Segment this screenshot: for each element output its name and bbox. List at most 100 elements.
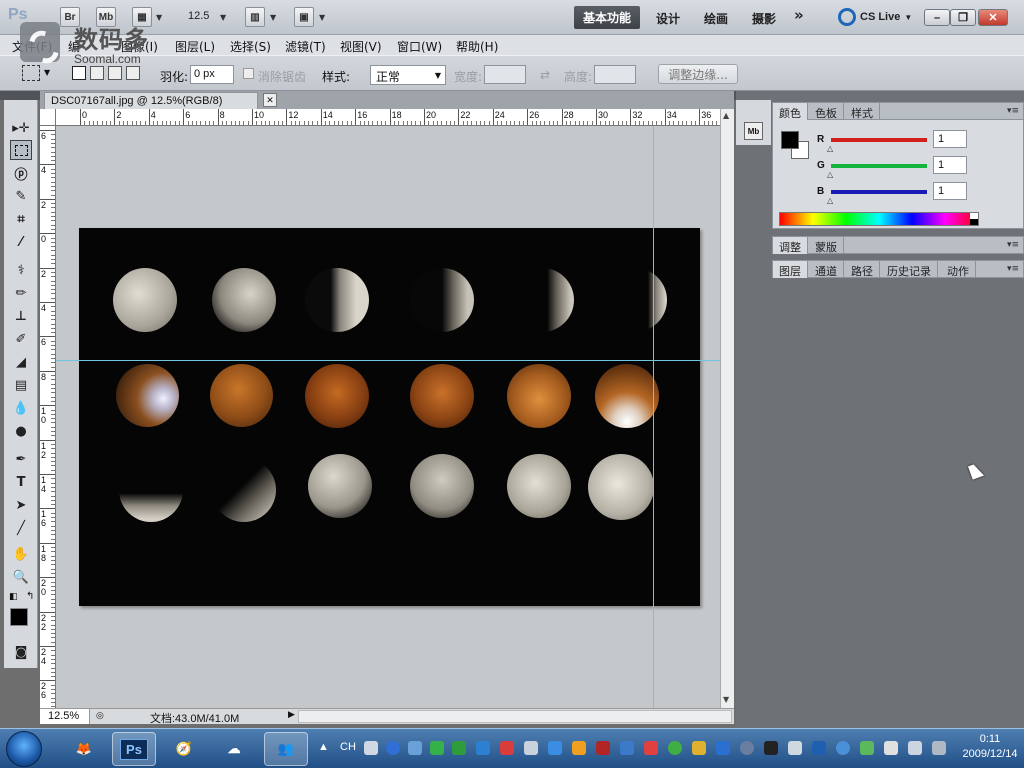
tray-app-icon[interactable]	[548, 741, 562, 755]
tab-swatches[interactable]: 色板	[809, 103, 844, 120]
tray-app-icon[interactable]	[620, 741, 634, 755]
tray-app-icon[interactable]	[500, 741, 514, 755]
tab-color[interactable]: 颜色	[773, 103, 808, 120]
photoshop-taskbar-button[interactable]: Ps	[112, 732, 156, 766]
channel-g-input[interactable]: 1	[933, 156, 967, 174]
tray-app-icon[interactable]	[408, 741, 422, 755]
quick-mask-icon[interactable]: ◙	[10, 642, 32, 662]
feather-input[interactable]: 0 px	[190, 65, 234, 84]
tab-paths[interactable]: 路径	[845, 261, 880, 278]
tab-masks[interactable]: 蒙版	[809, 237, 844, 254]
tray-app-icon[interactable]	[692, 741, 706, 755]
status-options-icon[interactable]: ◎	[96, 710, 104, 721]
keyboard-icon[interactable]	[364, 741, 378, 755]
more-workspaces-icon[interactable]: »	[794, 6, 804, 24]
volume-icon[interactable]	[788, 741, 802, 755]
network-icon[interactable]	[908, 741, 922, 755]
type-tool-icon[interactable]: T	[10, 472, 32, 492]
move-tool-icon[interactable]: ▸✛	[10, 118, 32, 138]
style-select[interactable]: 正常 ▼	[370, 65, 446, 85]
menu-layer[interactable]: 图层(L)	[175, 38, 215, 55]
lunar-eclipse-photo[interactable]	[79, 228, 700, 606]
language-indicator[interactable]: CH	[340, 741, 356, 753]
chevron-down-icon[interactable]: ▼	[220, 13, 226, 22]
foreground-color-swatch[interactable]	[10, 608, 28, 626]
eyedropper-tool-icon[interactable]: ⁄	[10, 232, 32, 252]
tray-app-icon[interactable]	[668, 741, 682, 755]
help-icon[interactable]	[386, 741, 400, 755]
tab-styles[interactable]: 样式	[845, 103, 880, 120]
fox-app-icon[interactable]: 🦊	[62, 732, 106, 766]
ruler-origin[interactable]	[40, 109, 56, 126]
system-clock[interactable]: 0:11 2009/12/14	[960, 732, 1020, 762]
tray-app-icon[interactable]	[860, 741, 874, 755]
refine-edge-button[interactable]: 调整边缘...	[658, 64, 738, 84]
tray-app-icon[interactable]	[884, 741, 898, 755]
tab-adjustments[interactable]: 调整	[773, 237, 808, 254]
tab-layers[interactable]: 图层	[773, 261, 808, 278]
hand-tool-icon[interactable]: ✋	[10, 544, 32, 564]
chevron-down-icon[interactable]: ▼	[319, 13, 325, 22]
zoom-tool-icon[interactable]: 🔍	[10, 567, 32, 587]
horizontal-guide[interactable]	[56, 360, 720, 361]
tray-app-icon[interactable]	[644, 741, 658, 755]
foreground-color-swatch[interactable]	[781, 131, 799, 149]
swap-dimensions-icon[interactable]: ⇄	[540, 68, 550, 82]
slider-knob-icon[interactable]: △	[827, 170, 833, 179]
tray-app-icon[interactable]	[716, 741, 730, 755]
horizontal-ruler[interactable]: 0 2 4 6 8 10 12 14 16 18 20 22 24 26 28 30 32 34 36	[56, 109, 720, 126]
vertical-scrollbar[interactable]: ▲ ▼	[720, 109, 734, 708]
clone-stamp-tool-icon[interactable]: ⊥	[10, 306, 32, 326]
pen-tool-icon[interactable]: ✒	[10, 449, 32, 469]
minimize-button[interactable]: –	[924, 9, 950, 26]
messenger-icon[interactable]: 👥	[264, 732, 308, 766]
channel-b-input[interactable]: 1	[933, 182, 967, 200]
swap-colors-icon[interactable]: ↰	[26, 591, 34, 602]
tab-channels[interactable]: 通道	[809, 261, 844, 278]
default-colors-icon[interactable]: ◧	[9, 592, 18, 602]
height-input[interactable]	[594, 65, 636, 84]
line-tool-icon[interactable]: ╱	[10, 518, 32, 538]
workspace-painting[interactable]: 绘画	[704, 10, 728, 27]
panel-menu-icon[interactable]: ▾≡	[1007, 264, 1019, 274]
tray-overflow-icon[interactable]: ▲	[318, 741, 329, 753]
eraser-tool-icon[interactable]: ◢	[10, 352, 32, 372]
panel-menu-icon[interactable]: ▾≡	[1007, 106, 1019, 116]
tray-app-icon[interactable]	[812, 741, 826, 755]
workspace-photography[interactable]: 摄影	[752, 10, 776, 27]
lasso-tool-icon[interactable]: ⓟ	[10, 163, 32, 183]
channel-r-slider[interactable]	[831, 138, 927, 142]
document-tab[interactable]: DSC07167all.jpg @ 12.5%(RGB/8) ✕	[44, 92, 277, 109]
screen-mode-icon[interactable]: ▣	[294, 7, 314, 27]
menu-select[interactable]: 选择(S)	[230, 38, 271, 55]
slider-knob-icon[interactable]: △	[827, 144, 833, 153]
arrange-documents-icon[interactable]: ▥	[245, 7, 265, 27]
status-menu-arrow-icon[interactable]: ▶	[288, 709, 298, 720]
tray-app-icon[interactable]	[764, 741, 778, 755]
restore-button[interactable]: ❐	[950, 9, 976, 26]
blur-tool-icon[interactable]: 💧	[10, 398, 32, 418]
menu-filter[interactable]: 滤镜(T)	[285, 38, 326, 55]
menu-view[interactable]: 视图(V)	[340, 38, 382, 55]
tab-history[interactable]: 历史记录	[881, 261, 938, 278]
tray-app-icon[interactable]	[524, 741, 538, 755]
history-brush-tool-icon[interactable]: ✐	[10, 329, 32, 349]
crop-tool-icon[interactable]: ⌗	[10, 209, 32, 229]
marquee-tool-icon[interactable]	[10, 140, 32, 160]
brush-tool-icon[interactable]: ✏	[10, 283, 32, 303]
mini-bridge-panel-icon[interactable]: Mb	[744, 122, 763, 140]
tray-app-icon[interactable]	[932, 741, 946, 755]
cs-live-button[interactable]: CS Live ▼	[838, 8, 912, 26]
channel-b-slider[interactable]	[831, 190, 927, 194]
vertical-guide[interactable]	[653, 126, 654, 708]
tray-app-icon[interactable]	[476, 741, 490, 755]
start-button[interactable]	[6, 731, 42, 767]
menu-help[interactable]: 帮助(H)	[456, 38, 498, 55]
antialias-checkbox[interactable]	[243, 68, 254, 79]
safari-icon[interactable]: 🧭	[162, 732, 206, 766]
dodge-tool-icon[interactable]: ●	[10, 421, 32, 441]
wifi-icon[interactable]	[572, 741, 586, 755]
healing-brush-tool-icon[interactable]: ⚕	[10, 260, 32, 280]
security-shield-icon[interactable]	[452, 741, 466, 755]
zoom-level-select[interactable]: 12.5	[188, 10, 209, 22]
